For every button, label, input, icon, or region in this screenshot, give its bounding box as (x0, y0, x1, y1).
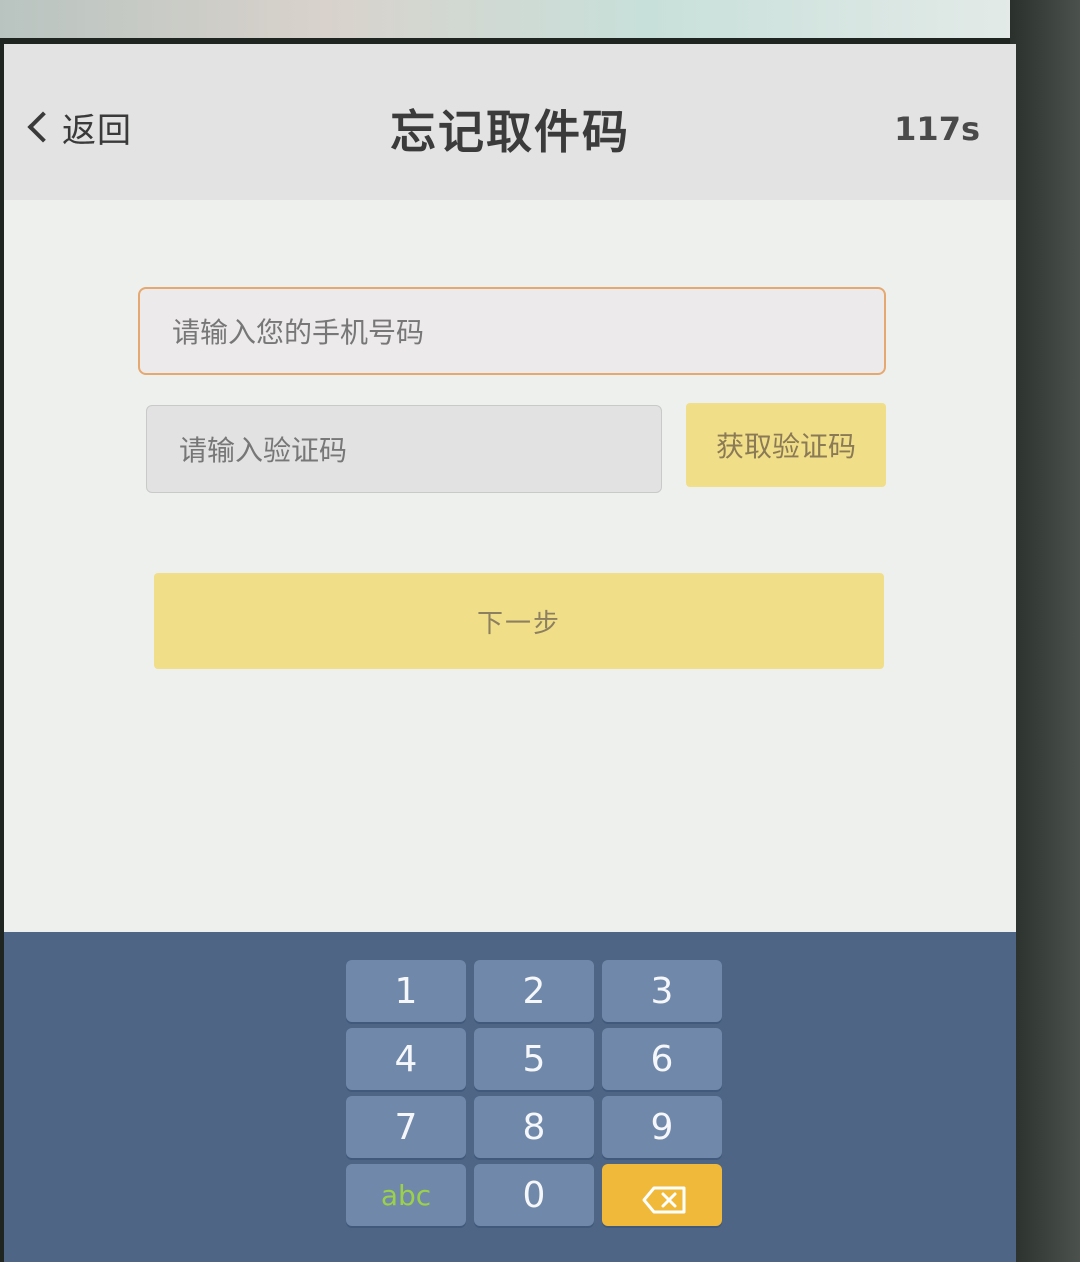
phone-input[interactable]: 请输入您的手机号码 (138, 287, 886, 375)
key-2[interactable]: 2 (474, 960, 594, 1022)
device-bezel (1010, 0, 1080, 1262)
keypad: 1 2 3 4 5 6 7 8 9 abc 0 (346, 960, 722, 1226)
background-strip (0, 0, 1080, 38)
next-button[interactable]: 下一步 (154, 573, 884, 669)
kiosk-screen: 返回 忘记取件码 117s 请输入您的手机号码 请输入验证码 获取验证码 下一步… (4, 44, 1016, 1262)
key-abc[interactable]: abc (346, 1164, 466, 1226)
key-6[interactable]: 6 (602, 1028, 722, 1090)
countdown-timer: 117s (894, 110, 980, 148)
phone-placeholder: 请输入您的手机号码 (172, 316, 425, 349)
key-8[interactable]: 8 (474, 1096, 594, 1158)
numeric-keyboard: 1 2 3 4 5 6 7 8 9 abc 0 (4, 932, 1016, 1262)
key-7[interactable]: 7 (346, 1096, 466, 1158)
key-1[interactable]: 1 (346, 960, 466, 1022)
key-4[interactable]: 4 (346, 1028, 466, 1090)
key-5[interactable]: 5 (474, 1028, 594, 1090)
key-9[interactable]: 9 (602, 1096, 722, 1158)
header-bar: 返回 忘记取件码 117s (4, 44, 1016, 200)
code-placeholder: 请输入验证码 (179, 434, 348, 467)
key-delete[interactable] (602, 1164, 722, 1226)
key-3[interactable]: 3 (602, 960, 722, 1022)
key-0[interactable]: 0 (474, 1164, 594, 1226)
page-title: 忘记取件码 (390, 105, 630, 159)
get-code-button[interactable]: 获取验证码 (686, 403, 886, 487)
backspace-icon (642, 1182, 686, 1214)
verification-code-input[interactable]: 请输入验证码 (146, 405, 662, 493)
